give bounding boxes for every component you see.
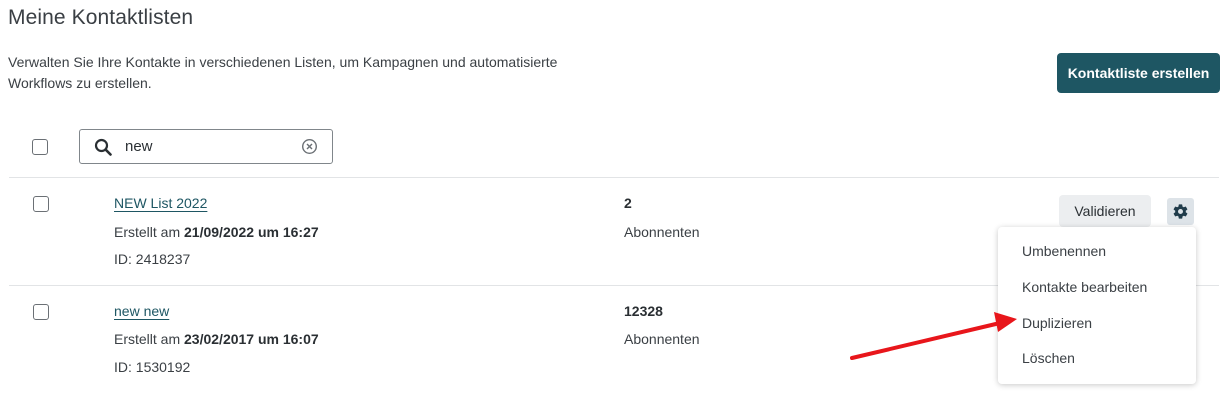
menu-item-rename[interactable]: Umbenennen <box>1022 243 1106 259</box>
subscriber-label: Abonnenten <box>624 331 700 347</box>
list-id: ID: 2418237 <box>114 251 191 267</box>
row-checkbox[interactable] <box>33 304 49 320</box>
subscriber-count: 12328 <box>624 303 663 319</box>
search-input[interactable]: new <box>79 129 333 164</box>
context-menu: Umbenennen Kontakte bearbeiten Duplizier… <box>998 227 1196 384</box>
search-value: new <box>125 138 153 155</box>
page-description: Verwalten Sie Ihre Kontakte in verschied… <box>8 54 558 91</box>
subscriber-label: Abonnenten <box>624 224 700 240</box>
settings-button[interactable] <box>1167 198 1194 225</box>
page-title: Meine Kontaktlisten <box>8 6 194 29</box>
list-id: ID: 1530192 <box>114 359 191 375</box>
row-checkbox[interactable] <box>33 196 49 212</box>
list-created-date: Erstellt am 21/09/2022 um 16:27 <box>114 224 319 240</box>
list-name-link[interactable]: new new <box>114 303 169 319</box>
list-name-link[interactable]: NEW List 2022 <box>114 195 207 211</box>
select-all-checkbox[interactable] <box>32 139 48 155</box>
subscriber-count: 2 <box>624 195 632 211</box>
menu-item-delete[interactable]: Löschen <box>1022 350 1075 366</box>
gear-icon <box>1173 204 1188 219</box>
clear-search-icon[interactable] <box>301 138 318 155</box>
validate-button[interactable]: Validieren <box>1059 195 1151 227</box>
list-created-date: Erstellt am 23/02/2017 um 16:07 <box>114 331 319 347</box>
search-icon <box>94 138 112 156</box>
menu-item-edit-contacts[interactable]: Kontakte bearbeiten <box>1022 279 1147 295</box>
create-contact-list-button[interactable]: Kontaktliste erstellen <box>1057 53 1220 93</box>
menu-item-duplicate[interactable]: Duplizieren <box>1022 315 1092 331</box>
